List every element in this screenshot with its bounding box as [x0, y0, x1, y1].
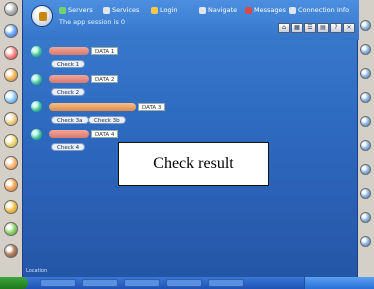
dock-button[interactable]	[4, 90, 18, 104]
dock-button[interactable]	[4, 112, 18, 126]
menu-label: Servers	[68, 6, 93, 14]
dock-button[interactable]	[360, 68, 371, 79]
menu-label: Services	[112, 6, 140, 14]
menu-label: Navigate	[208, 6, 238, 14]
progress-bar	[49, 75, 89, 83]
home-icon[interactable]: ⌂	[278, 23, 290, 33]
layout-icon[interactable]: ▦	[291, 23, 303, 33]
start-button[interactable]	[0, 277, 28, 289]
title-bar: Servers Services Login Navigate Messages…	[23, 0, 359, 40]
dock-button[interactable]	[4, 2, 18, 16]
dock-button[interactable]	[360, 164, 371, 175]
app-logo-icon[interactable]	[31, 5, 53, 27]
menu-messages[interactable]: Messages	[245, 5, 286, 15]
check-button[interactable]: Check 2	[51, 88, 86, 96]
dock-button[interactable]	[4, 200, 18, 214]
check-button[interactable]: Check 3a	[51, 116, 89, 124]
dock-button[interactable]	[360, 188, 371, 199]
check-button[interactable]: Check 3b	[88, 116, 126, 124]
dock-button[interactable]	[360, 236, 371, 247]
progress-bar	[49, 130, 89, 138]
messages-icon	[245, 6, 252, 14]
servers-icon	[59, 6, 66, 14]
menu-connection-info[interactable]: Connection Info	[289, 5, 349, 15]
system-tray	[304, 277, 374, 289]
dock-button[interactable]	[4, 178, 18, 192]
menu-navigate[interactable]: Navigate	[199, 5, 237, 15]
progress-bar	[49, 47, 89, 55]
status-text: Location	[26, 268, 48, 274]
menu-services[interactable]: Services	[103, 5, 139, 15]
menu-login[interactable]: Login	[151, 5, 178, 15]
dock-button[interactable]	[360, 92, 371, 103]
connection-info-icon	[289, 6, 296, 14]
dialog-text: Check result	[153, 155, 234, 172]
check-button[interactable]: Check 4	[51, 143, 86, 151]
taskbar-item[interactable]	[124, 279, 160, 287]
taskbar	[0, 277, 374, 289]
dock-button[interactable]	[4, 134, 18, 148]
row-tag: DATA 2	[91, 75, 119, 83]
dock-button[interactable]	[4, 244, 18, 258]
row-tag: DATA 1	[91, 47, 119, 55]
menu-label: Login	[160, 6, 178, 14]
login-icon	[151, 6, 158, 14]
right-tool-dock	[358, 0, 374, 277]
dock-button[interactable]	[360, 212, 371, 223]
dock-button[interactable]	[4, 156, 18, 170]
server-status-icon[interactable]	[31, 74, 42, 85]
server-status-icon[interactable]	[31, 101, 42, 112]
taskbar-item[interactable]	[40, 279, 76, 287]
menu-label: Messages	[254, 6, 286, 14]
dock-button[interactable]	[360, 20, 371, 31]
dock-button[interactable]	[360, 140, 371, 151]
server-status-icon[interactable]	[31, 129, 42, 140]
dock-button[interactable]	[360, 116, 371, 127]
taskbar-item[interactable]	[166, 279, 202, 287]
check-button[interactable]: Check 1	[51, 60, 86, 68]
result-dialog: Check result	[118, 142, 269, 186]
server-status-icon[interactable]	[31, 46, 42, 57]
dock-button[interactable]	[4, 222, 18, 236]
dock-button[interactable]	[4, 68, 18, 82]
services-icon	[103, 6, 110, 14]
window-controls: ⌂ ▦ ☰ ▤ ? ×	[278, 23, 355, 33]
grid-icon[interactable]: ▤	[317, 23, 329, 33]
progress-bar	[49, 103, 136, 111]
help-icon[interactable]: ?	[330, 23, 342, 33]
menu-servers[interactable]: Servers	[59, 5, 93, 15]
row-tag: DATA 3	[138, 103, 166, 111]
menu-label: Connection Info	[298, 6, 350, 14]
dock-button[interactable]	[4, 24, 18, 38]
dock-button[interactable]	[4, 46, 18, 60]
row-tag: DATA 4	[91, 130, 119, 138]
session-info: The app session is 0	[59, 18, 125, 26]
left-tool-dock	[0, 0, 22, 277]
desktop: Servers Services Login Navigate Messages…	[0, 0, 374, 289]
dock-button[interactable]	[360, 44, 371, 55]
navigate-icon	[199, 6, 206, 14]
close-icon[interactable]: ×	[343, 23, 355, 33]
list-icon[interactable]: ☰	[304, 23, 316, 33]
taskbar-item[interactable]	[82, 279, 118, 287]
taskbar-item[interactable]	[208, 279, 244, 287]
main-window: Servers Services Login Navigate Messages…	[22, 0, 359, 277]
